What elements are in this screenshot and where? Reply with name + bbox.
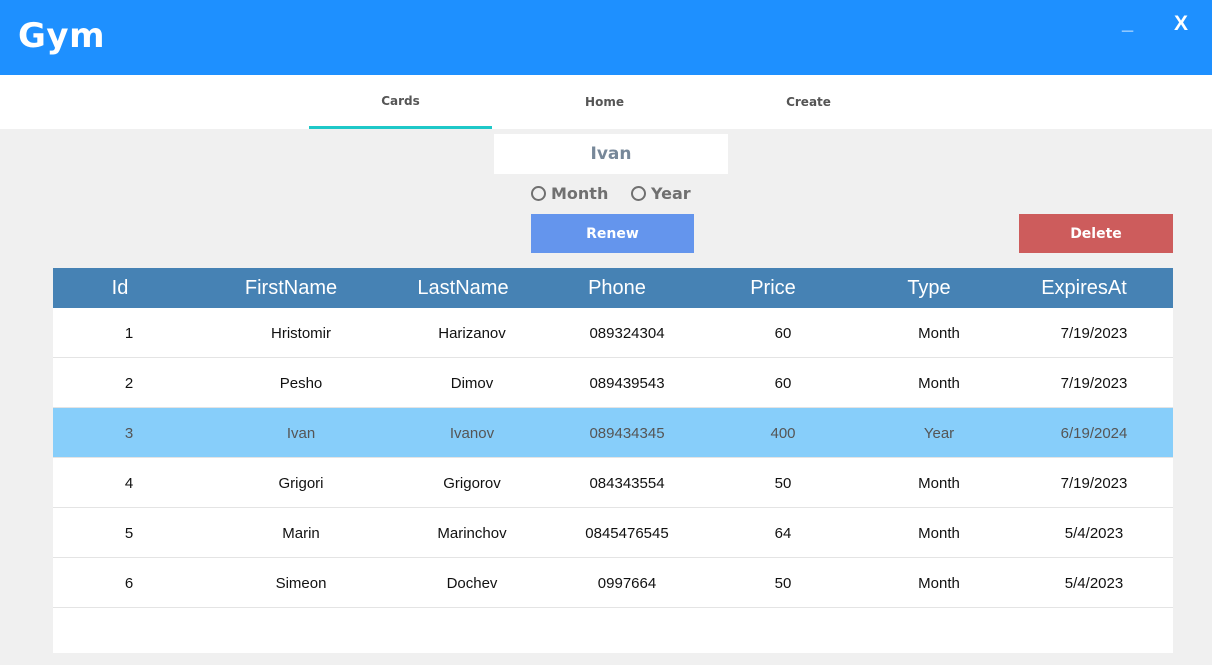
column-header-phone[interactable]: Phone [547,268,687,308]
cell-firstname: Grigori [278,474,324,492]
radio-circle-icon [531,186,546,201]
column-header-expiresat[interactable]: ExpiresAt [1014,268,1154,308]
delete-button[interactable]: Delete [1019,214,1173,253]
tab-cards[interactable]: Cards [309,75,492,129]
column-header-firstname[interactable]: FirstName [221,268,361,308]
cell-type: Month [918,574,960,592]
cell-price: 60 [774,374,792,392]
cell-expiresat: 7/19/2023 [1060,324,1128,342]
column-header-price[interactable]: Price [703,268,843,308]
cell-type: Month [918,324,960,342]
cell-price: 64 [774,524,792,542]
cell-lastname: Dochev [446,574,498,592]
cell-expiresat: 5/4/2023 [1064,524,1124,542]
column-header-lastname[interactable]: LastName [393,268,533,308]
cell-id: 5 [124,524,134,542]
table-row[interactable]: 2 Pesho Dimov 089439543 60 Month 7/19/20… [53,358,1173,408]
cell-phone: 084343554 [589,474,665,492]
tab-home[interactable]: Home [513,75,696,129]
grid-header: Id FirstName LastName Phone Price Type E… [53,268,1173,308]
table-row[interactable]: 5 Marin Marinchov 0845476545 64 Month 5/… [53,508,1173,558]
cell-phone: 0997664 [597,574,657,592]
cell-expiresat: 7/19/2023 [1060,374,1128,392]
cards-grid: Id FirstName LastName Phone Price Type E… [53,268,1173,653]
radio-circle-icon [631,186,646,201]
radio-month[interactable]: Month [531,184,608,203]
close-button[interactable]: X [1174,12,1188,36]
minimize-button[interactable]: _ [1122,12,1133,35]
column-header-id[interactable]: Id [53,268,187,308]
cell-firstname: Pesho [279,374,323,392]
cell-price: 400 [770,424,796,442]
cell-id: 1 [124,324,134,342]
radio-month-label: Month [551,184,609,203]
cell-expiresat: 5/4/2023 [1064,574,1124,592]
cell-price: 50 [774,574,792,592]
table-row[interactable]: 4 Grigori Grigorov 084343554 50 Month 7/… [53,458,1173,508]
cell-lastname: Harizanov [438,324,506,342]
cell-firstname: Ivan [286,424,316,442]
cell-type: Month [918,474,960,492]
cell-lastname: Grigorov [443,474,501,492]
tab-bar: Cards Home Create [0,75,1212,129]
cell-id: 4 [124,474,134,492]
cell-phone: 089439543 [589,374,665,392]
cell-firstname: Hristomir [271,324,331,342]
cell-id: 2 [124,374,134,392]
cell-id: 3 [124,424,134,442]
radio-year[interactable]: Year [631,184,691,203]
cell-lastname: Dimov [450,374,494,392]
radio-year-label: Year [651,184,691,203]
cell-type: Month [918,524,960,542]
cell-phone: 0845476545 [585,524,669,542]
cell-price: 50 [774,474,792,492]
cell-price: 60 [774,324,792,342]
cell-firstname: Simeon [275,574,327,592]
cell-type: Month [918,374,960,392]
app-title: Gym [18,16,105,56]
cell-phone: 089434345 [589,424,665,442]
cell-expiresat: 6/19/2024 [1060,424,1128,442]
name-field[interactable]: Ivan [494,134,728,174]
column-header-type[interactable]: Type [859,268,999,308]
cell-expiresat: 7/19/2023 [1060,474,1128,492]
cell-phone: 089324304 [589,324,665,342]
table-row[interactable]: 6 Simeon Dochev 0997664 50 Month 5/4/202… [53,558,1173,608]
cell-type: Year [923,424,955,442]
cell-firstname: Marin [282,524,320,542]
table-row[interactable]: 1 Hristomir Harizanov 089324304 60 Month… [53,308,1173,358]
title-bar: Gym _ X [0,0,1212,75]
cell-lastname: Ivanov [449,424,495,442]
table-row-selected[interactable]: 3 Ivan Ivanov 089434345 400 Year 6/19/20… [53,408,1173,458]
tab-create[interactable]: Create [717,75,900,129]
renew-button[interactable]: Renew [531,214,694,253]
cell-id: 6 [124,574,134,592]
cell-lastname: Marinchov [437,524,507,542]
